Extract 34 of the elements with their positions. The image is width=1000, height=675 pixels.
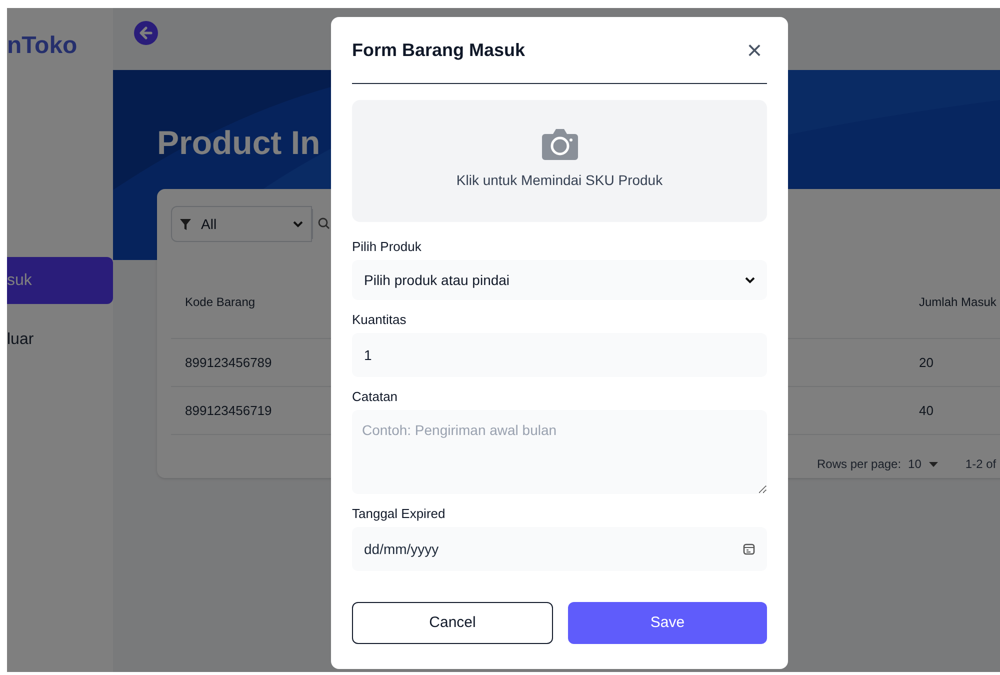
page-title: Product In	[157, 126, 320, 159]
chevron-down-icon	[745, 276, 755, 284]
save-button[interactable]: Save	[568, 602, 767, 644]
rows-per-page-select[interactable]: 10	[908, 455, 938, 473]
scan-instruction: Klik untuk Memindai SKU Produk	[456, 171, 663, 190]
column-header: Jumlah Masuk	[919, 294, 996, 310]
field-label: Kuantitas	[352, 312, 408, 328]
field-label: Catatan	[352, 389, 399, 405]
logo-text: nToko	[7, 34, 78, 58]
table-cell-text: 40	[919, 402, 934, 420]
filter-icon	[180, 218, 191, 230]
cancel-button[interactable]: Cancel	[352, 602, 553, 644]
quantity-field[interactable]: 1	[352, 333, 767, 377]
field-label: Tanggal Expired	[352, 506, 446, 522]
pagination-range: 1-2 of	[965, 456, 996, 473]
product-select[interactable]: Pilih produk atau pindai	[352, 260, 767, 300]
close-button[interactable]: ×	[746, 37, 762, 63]
date-field[interactable]: dd/mm/yyyy	[352, 527, 767, 571]
field-label: Pilih Produk	[352, 239, 422, 255]
scan-area[interactable]: Klik untuk Memindai SKU Produk	[352, 100, 767, 222]
table-cell-text: 899123456789	[185, 354, 272, 372]
column-header: Kode Barang	[185, 294, 256, 310]
modal-title: Form Barang Masuk	[352, 38, 526, 62]
calendar-icon	[743, 543, 755, 555]
dropdown-icon	[929, 462, 938, 466]
table-cell-text: 899123456719	[185, 402, 272, 420]
table-cell-text: 20	[919, 354, 934, 372]
rows-per-page-label: Rows per page:	[817, 456, 902, 473]
filter-select[interactable]: All	[171, 206, 312, 242]
sidebar-item[interactable]: luar	[7, 328, 113, 352]
notes-field[interactable]: Contoh: Pengiriman awal bulan	[352, 410, 767, 494]
chevron-down-icon	[293, 219, 303, 229]
search-icon[interactable]	[318, 217, 330, 230]
camera-icon	[540, 127, 578, 161]
